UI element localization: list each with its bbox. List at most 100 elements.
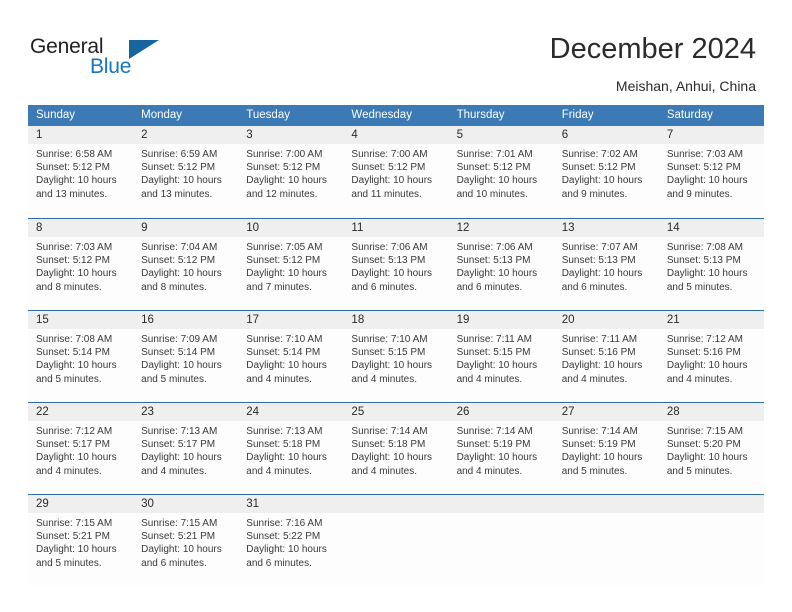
day-number: 8 <box>28 219 134 237</box>
daylight-text-line2: and 8 minutes. <box>141 281 207 293</box>
sunset-text: Sunset: 5:18 PM <box>351 439 426 451</box>
sunset-text: Sunset: 5:19 PM <box>456 439 531 451</box>
daylight-text-line1: Daylight: 10 hours <box>666 452 748 464</box>
day-cell[interactable]: 21 Sunrise: 7:12 AM Sunset: 5:16 PM Dayl… <box>658 311 764 402</box>
sunset-text: Sunset: 5:13 PM <box>351 255 426 267</box>
daylight-text-line2: and 11 minutes. <box>351 188 422 200</box>
daylight-text-line1: Daylight: 10 hours <box>561 268 643 280</box>
sunset-text: Sunset: 5:13 PM <box>666 255 741 267</box>
daylight-text-line2: and 5 minutes. <box>141 373 207 385</box>
day-cell[interactable]: 5 Sunrise: 7:01 AM Sunset: 5:12 PM Dayli… <box>448 126 554 218</box>
sunrise-text: Sunrise: 7:04 AM <box>141 242 218 253</box>
day-cell[interactable]: 6 Sunrise: 7:02 AM Sunset: 5:12 PM Dayli… <box>553 126 659 218</box>
day-number: 23 <box>133 403 239 421</box>
sunset-text: Sunset: 5:14 PM <box>246 347 321 359</box>
day-cell[interactable]: 11 Sunrise: 7:06 AM Sunset: 5:13 PM Dayl… <box>343 219 449 310</box>
daylight-text-line2: and 5 minutes. <box>36 373 102 385</box>
day-number: 17 <box>238 311 344 329</box>
day-number: 16 <box>133 311 239 329</box>
day-cell[interactable]: 1 Sunrise: 6:58 AM Sunset: 5:12 PM Dayli… <box>28 126 134 218</box>
day-cell[interactable]: 7 Sunrise: 7:03 AM Sunset: 5:12 PM Dayli… <box>658 126 764 218</box>
week-row: 8 Sunrise: 7:03 AM Sunset: 5:12 PM Dayli… <box>28 218 764 310</box>
day-details: Sunrise: 6:59 AM Sunset: 5:12 PM Dayligh… <box>133 144 238 201</box>
day-cell[interactable]: 8 Sunrise: 7:03 AM Sunset: 5:12 PM Dayli… <box>28 219 134 310</box>
sunset-text: Sunset: 5:17 PM <box>36 439 110 451</box>
day-cell[interactable]: 10 Sunrise: 7:05 AM Sunset: 5:12 PM Dayl… <box>238 219 344 310</box>
day-cell[interactable]: 25 Sunrise: 7:14 AM Sunset: 5:18 PM Dayl… <box>343 403 449 494</box>
day-number: 29 <box>28 495 134 513</box>
daylight-text-line2: and 13 minutes. <box>36 188 108 200</box>
day-details: Sunrise: 7:06 AM Sunset: 5:13 PM Dayligh… <box>449 237 554 294</box>
day-cell[interactable]: 20 Sunrise: 7:11 AM Sunset: 5:16 PM Dayl… <box>553 311 659 402</box>
general-blue-logo[interactable]: General Blue <box>30 36 190 86</box>
daylight-text-line2: and 6 minutes. <box>561 281 628 293</box>
sunrise-text: Sunrise: 7:16 AM <box>246 518 323 529</box>
day-cell[interactable]: 26 Sunrise: 7:14 AM Sunset: 5:19 PM Dayl… <box>448 403 554 494</box>
day-cell[interactable]: 2 Sunrise: 6:59 AM Sunset: 5:12 PM Dayli… <box>133 126 239 218</box>
daylight-text-line2: and 6 minutes. <box>141 557 207 569</box>
day-cell[interactable]: 28 Sunrise: 7:15 AM Sunset: 5:20 PM Dayl… <box>658 403 764 494</box>
daylight-text-line1: Daylight: 10 hours <box>36 452 117 464</box>
sunrise-text: Sunrise: 7:03 AM <box>666 149 743 160</box>
sunset-text: Sunset: 5:15 PM <box>456 347 531 359</box>
sunset-text: Sunset: 5:12 PM <box>351 162 426 174</box>
daylight-text-line2: and 4 minutes. <box>456 373 523 385</box>
daylight-text-line1: Daylight: 10 hours <box>141 544 222 556</box>
weekday-header-monday: Monday <box>141 109 183 121</box>
day-cell[interactable]: 24 Sunrise: 7:13 AM Sunset: 5:18 PM Dayl… <box>238 403 344 494</box>
day-details: Sunrise: 7:07 AM Sunset: 5:13 PM Dayligh… <box>554 237 659 294</box>
day-cell[interactable]: 23 Sunrise: 7:13 AM Sunset: 5:17 PM Dayl… <box>133 403 239 494</box>
day-details: Sunrise: 7:14 AM Sunset: 5:18 PM Dayligh… <box>343 421 448 478</box>
daylight-text-line1: Daylight: 10 hours <box>351 360 433 372</box>
day-cell-empty <box>448 495 554 586</box>
sunrise-text: Sunrise: 7:06 AM <box>456 242 533 253</box>
day-details: Sunrise: 7:12 AM Sunset: 5:16 PM Dayligh… <box>659 329 764 386</box>
daylight-text-line1: Daylight: 10 hours <box>246 452 327 464</box>
sunset-text: Sunset: 5:13 PM <box>456 255 531 267</box>
day-cell[interactable]: 16 Sunrise: 7:09 AM Sunset: 5:14 PM Dayl… <box>133 311 239 402</box>
daylight-text-line2: and 10 minutes. <box>456 188 528 200</box>
day-cell[interactable]: 4 Sunrise: 7:00 AM Sunset: 5:12 PM Dayli… <box>343 126 449 218</box>
sunrise-text: Sunrise: 7:10 AM <box>351 334 428 345</box>
day-cell[interactable]: 3 Sunrise: 7:00 AM Sunset: 5:12 PM Dayli… <box>238 126 344 218</box>
daylight-text-line2: and 4 minutes. <box>246 373 312 385</box>
day-details: Sunrise: 7:13 AM Sunset: 5:18 PM Dayligh… <box>238 421 343 478</box>
daylight-text-line2: and 6 minutes. <box>456 281 523 293</box>
day-cell[interactable]: 22 Sunrise: 7:12 AM Sunset: 5:17 PM Dayl… <box>28 403 134 494</box>
day-cell[interactable]: 9 Sunrise: 7:04 AM Sunset: 5:12 PM Dayli… <box>133 219 239 310</box>
day-cell[interactable]: 14 Sunrise: 7:08 AM Sunset: 5:13 PM Dayl… <box>658 219 764 310</box>
day-cell[interactable]: 13 Sunrise: 7:07 AM Sunset: 5:13 PM Dayl… <box>553 219 659 310</box>
sunset-text: Sunset: 5:20 PM <box>666 439 741 451</box>
sunrise-text: Sunrise: 7:12 AM <box>36 426 113 437</box>
day-number <box>658 495 764 513</box>
sunset-text: Sunset: 5:12 PM <box>246 162 321 174</box>
sunrise-text: Sunrise: 7:15 AM <box>141 518 218 529</box>
day-cell[interactable]: 18 Sunrise: 7:10 AM Sunset: 5:15 PM Dayl… <box>343 311 449 402</box>
day-number: 12 <box>448 219 554 237</box>
day-cell[interactable]: 27 Sunrise: 7:14 AM Sunset: 5:19 PM Dayl… <box>553 403 659 494</box>
day-cell[interactable]: 17 Sunrise: 7:10 AM Sunset: 5:14 PM Dayl… <box>238 311 344 402</box>
day-cell[interactable]: 19 Sunrise: 7:11 AM Sunset: 5:15 PM Dayl… <box>448 311 554 402</box>
daylight-text-line1: Daylight: 10 hours <box>561 175 643 187</box>
day-details: Sunrise: 7:14 AM Sunset: 5:19 PM Dayligh… <box>554 421 659 478</box>
logo-text-blue: Blue <box>90 55 132 78</box>
sunset-text: Sunset: 5:12 PM <box>456 162 531 174</box>
daylight-text-line2: and 4 minutes. <box>351 465 418 477</box>
weekday-header-tuesday: Tuesday <box>246 109 290 121</box>
daylight-text-line1: Daylight: 10 hours <box>561 360 643 372</box>
sunrise-text: Sunrise: 7:07 AM <box>561 242 638 253</box>
day-cell[interactable]: 15 Sunrise: 7:08 AM Sunset: 5:14 PM Dayl… <box>28 311 134 402</box>
day-details: Sunrise: 6:58 AM Sunset: 5:12 PM Dayligh… <box>28 144 133 201</box>
day-cell[interactable]: 12 Sunrise: 7:06 AM Sunset: 5:13 PM Dayl… <box>448 219 554 310</box>
sunrise-text: Sunrise: 7:02 AM <box>561 149 638 160</box>
day-number: 25 <box>343 403 449 421</box>
day-cell[interactable]: 29 Sunrise: 7:15 AM Sunset: 5:21 PM Dayl… <box>28 495 134 586</box>
sunset-text: Sunset: 5:12 PM <box>666 162 741 174</box>
day-number: 5 <box>448 126 554 144</box>
day-details: Sunrise: 7:11 AM Sunset: 5:16 PM Dayligh… <box>554 329 659 386</box>
week-row: 15 Sunrise: 7:08 AM Sunset: 5:14 PM Dayl… <box>28 310 764 402</box>
day-cell[interactable]: 30 Sunrise: 7:15 AM Sunset: 5:21 PM Dayl… <box>133 495 239 586</box>
day-cell[interactable]: 31 Sunrise: 7:16 AM Sunset: 5:22 PM Dayl… <box>238 495 344 586</box>
sunrise-text: Sunrise: 7:15 AM <box>666 426 743 437</box>
day-number: 2 <box>133 126 239 144</box>
